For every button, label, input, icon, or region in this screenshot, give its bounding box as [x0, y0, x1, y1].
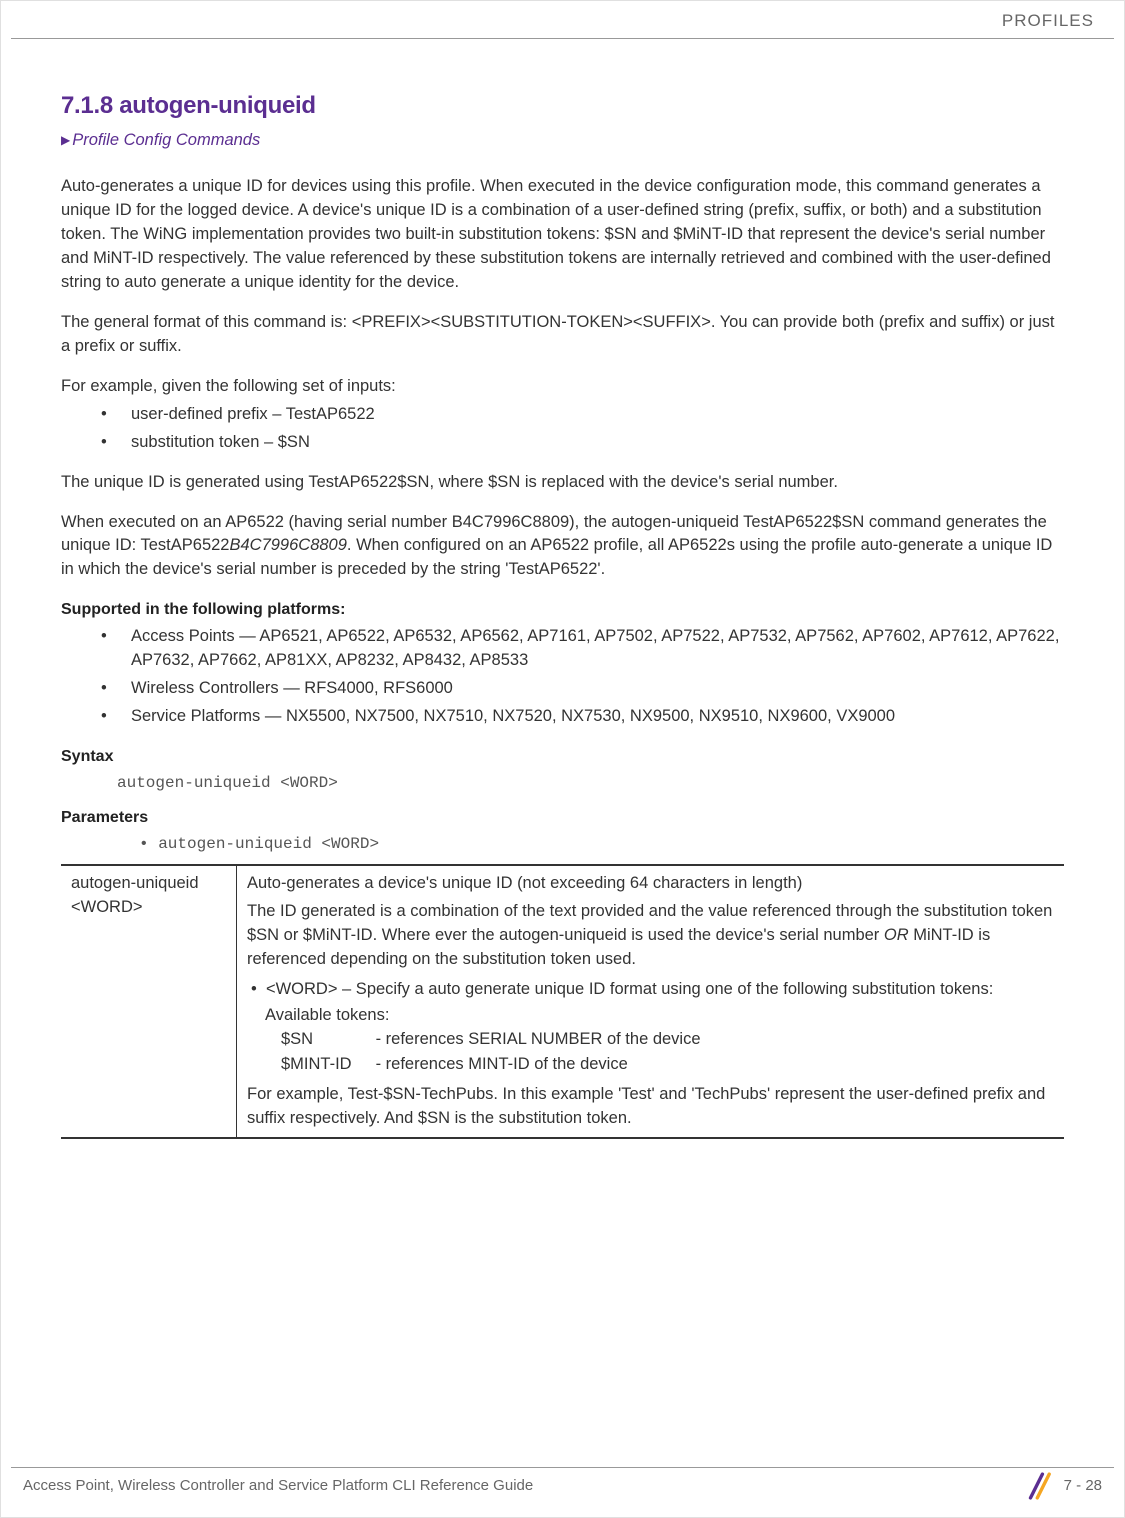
supported-list: Access Points — AP6521, AP6522, AP6532, … — [61, 625, 1064, 729]
param-line2: The ID generated is a combination of the… — [247, 900, 1054, 972]
parameters-bullet: • autogen-uniqueid <WORD> — [61, 833, 1064, 856]
syntax-heading: Syntax — [61, 745, 1064, 768]
table-row: autogen-uniqueid <WORD> Auto-generates a… — [61, 865, 1064, 1138]
header-category: PROFILES — [1002, 11, 1094, 30]
avail-tokens: Available tokens: — [247, 1004, 1054, 1028]
param-example-line: For example, Test-$SN-TechPubs. In this … — [247, 1083, 1054, 1131]
example-result: The unique ID is generated using TestAP6… — [61, 471, 1064, 495]
token2-key: $MINT-ID — [281, 1053, 371, 1077]
param-name-l2: <WORD> — [71, 898, 143, 916]
list-item: Service Platforms — NX5500, NX7500, NX75… — [61, 705, 1064, 729]
footer-guide-title: Access Point, Wireless Controller and Se… — [23, 1475, 533, 1497]
footer-page-number: 7 - 28 — [1064, 1475, 1102, 1497]
list-item: user-defined prefix – TestAP6522 — [61, 403, 1064, 427]
example-intro: For example, given the following set of … — [61, 375, 1064, 399]
arrow-icon: ▶ — [61, 132, 70, 149]
token1-key: $SN — [281, 1028, 371, 1052]
parameters-table: autogen-uniqueid <WORD> Auto-generates a… — [61, 864, 1064, 1139]
intro-paragraph: Auto-generates a unique ID for devices u… — [61, 175, 1064, 295]
param-line1: Auto-generates a device's unique ID (not… — [247, 872, 1054, 896]
list-item: Wireless Controllers — RFS4000, RFS6000 — [61, 677, 1064, 701]
param-name-cell: autogen-uniqueid <WORD> — [61, 865, 237, 1138]
token-row: $SN - references SERIAL NUMBER of the de… — [247, 1028, 1054, 1052]
list-item: substitution token – $SN — [61, 431, 1064, 455]
page-footer: Access Point, Wireless Controller and Se… — [1, 1469, 1124, 1503]
page-content: 7.1.8 autogen-uniqueid ▶Profile Config C… — [1, 39, 1124, 1139]
parameters-heading: Parameters — [61, 806, 1064, 829]
format-paragraph: The general format of this command is: <… — [61, 311, 1064, 359]
example-detail: When executed on an AP6522 (having seria… — [61, 511, 1064, 583]
breadcrumb-text[interactable]: Profile Config Commands — [72, 131, 260, 149]
footer-right: 7 - 28 — [1022, 1469, 1102, 1503]
token-row: $MINT-ID - references MINT-ID of the dev… — [247, 1053, 1054, 1077]
section-heading: 7.1.8 autogen-uniqueid — [61, 89, 1064, 124]
page-header: PROFILES — [11, 1, 1114, 39]
param-line2-or: OR — [884, 926, 909, 944]
param-desc-cell: Auto-generates a device's unique ID (not… — [237, 865, 1065, 1138]
token1-desc: - references SERIAL NUMBER of the device — [376, 1030, 701, 1048]
param-word-line: • <WORD> – Specify a auto generate uniqu… — [247, 978, 1054, 1002]
logo-icon — [1022, 1469, 1056, 1503]
example-detail-serial: B4C7996C8809 — [229, 536, 346, 554]
token2-desc: - references MINT-ID of the device — [376, 1055, 628, 1073]
breadcrumb: ▶Profile Config Commands — [61, 129, 1064, 153]
syntax-code: autogen-uniqueid <WORD> — [61, 772, 1064, 795]
list-item: Access Points — AP6521, AP6522, AP6532, … — [61, 625, 1064, 673]
supported-heading: Supported in the following platforms: — [61, 598, 1064, 621]
example-input-list: user-defined prefix – TestAP6522 substit… — [61, 403, 1064, 455]
param-name-l1: autogen-uniqueid — [71, 874, 199, 892]
